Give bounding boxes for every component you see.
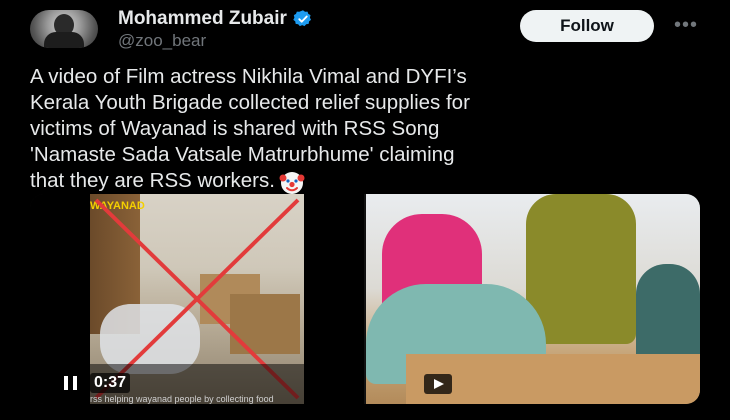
pause-icon[interactable] [64, 376, 78, 390]
follow-button[interactable]: Follow [520, 10, 654, 42]
tweet-line: Kerala Youth Brigade collected relief su… [30, 91, 470, 114]
tweet-text: A video of Film actress Nikhila Vimal an… [30, 64, 710, 195]
video-caption: rss helping wayanad people by collecting… [90, 394, 274, 404]
media-container[interactable]: WAYANAD 0:37 rss helping wayanad people … [30, 194, 700, 404]
tweet-line-text: that they are RSS workers. [30, 169, 275, 192]
tweet-line: 'Namaste Sada Vatsale Matrurbhume' claim… [30, 143, 455, 166]
left-video[interactable]: WAYANAD 0:37 rss helping wayanad people … [30, 194, 364, 404]
tweet-line: victims of Wayanad is shared with RSS So… [30, 117, 440, 140]
author-name[interactable]: Mohammed Zubair [118, 8, 313, 30]
avatar[interactable] [30, 10, 98, 48]
play-icon[interactable] [424, 374, 452, 394]
tweet-line: A video of Film actress Nikhila Vimal an… [30, 65, 467, 88]
tweet-line-last: that they are RSS workers. [30, 168, 710, 195]
author-handle[interactable]: @zoo_bear [118, 31, 206, 51]
clown-face-icon [279, 171, 305, 194]
author-name-text[interactable]: Mohammed Zubair [118, 8, 287, 30]
more-horizontal-icon[interactable]: ••• [672, 14, 700, 38]
video-timestamp: 0:37 [90, 373, 131, 393]
verified-badge-icon [293, 10, 311, 27]
avatar-body [44, 32, 84, 48]
person-shape [526, 194, 636, 344]
right-video[interactable] [366, 194, 700, 404]
